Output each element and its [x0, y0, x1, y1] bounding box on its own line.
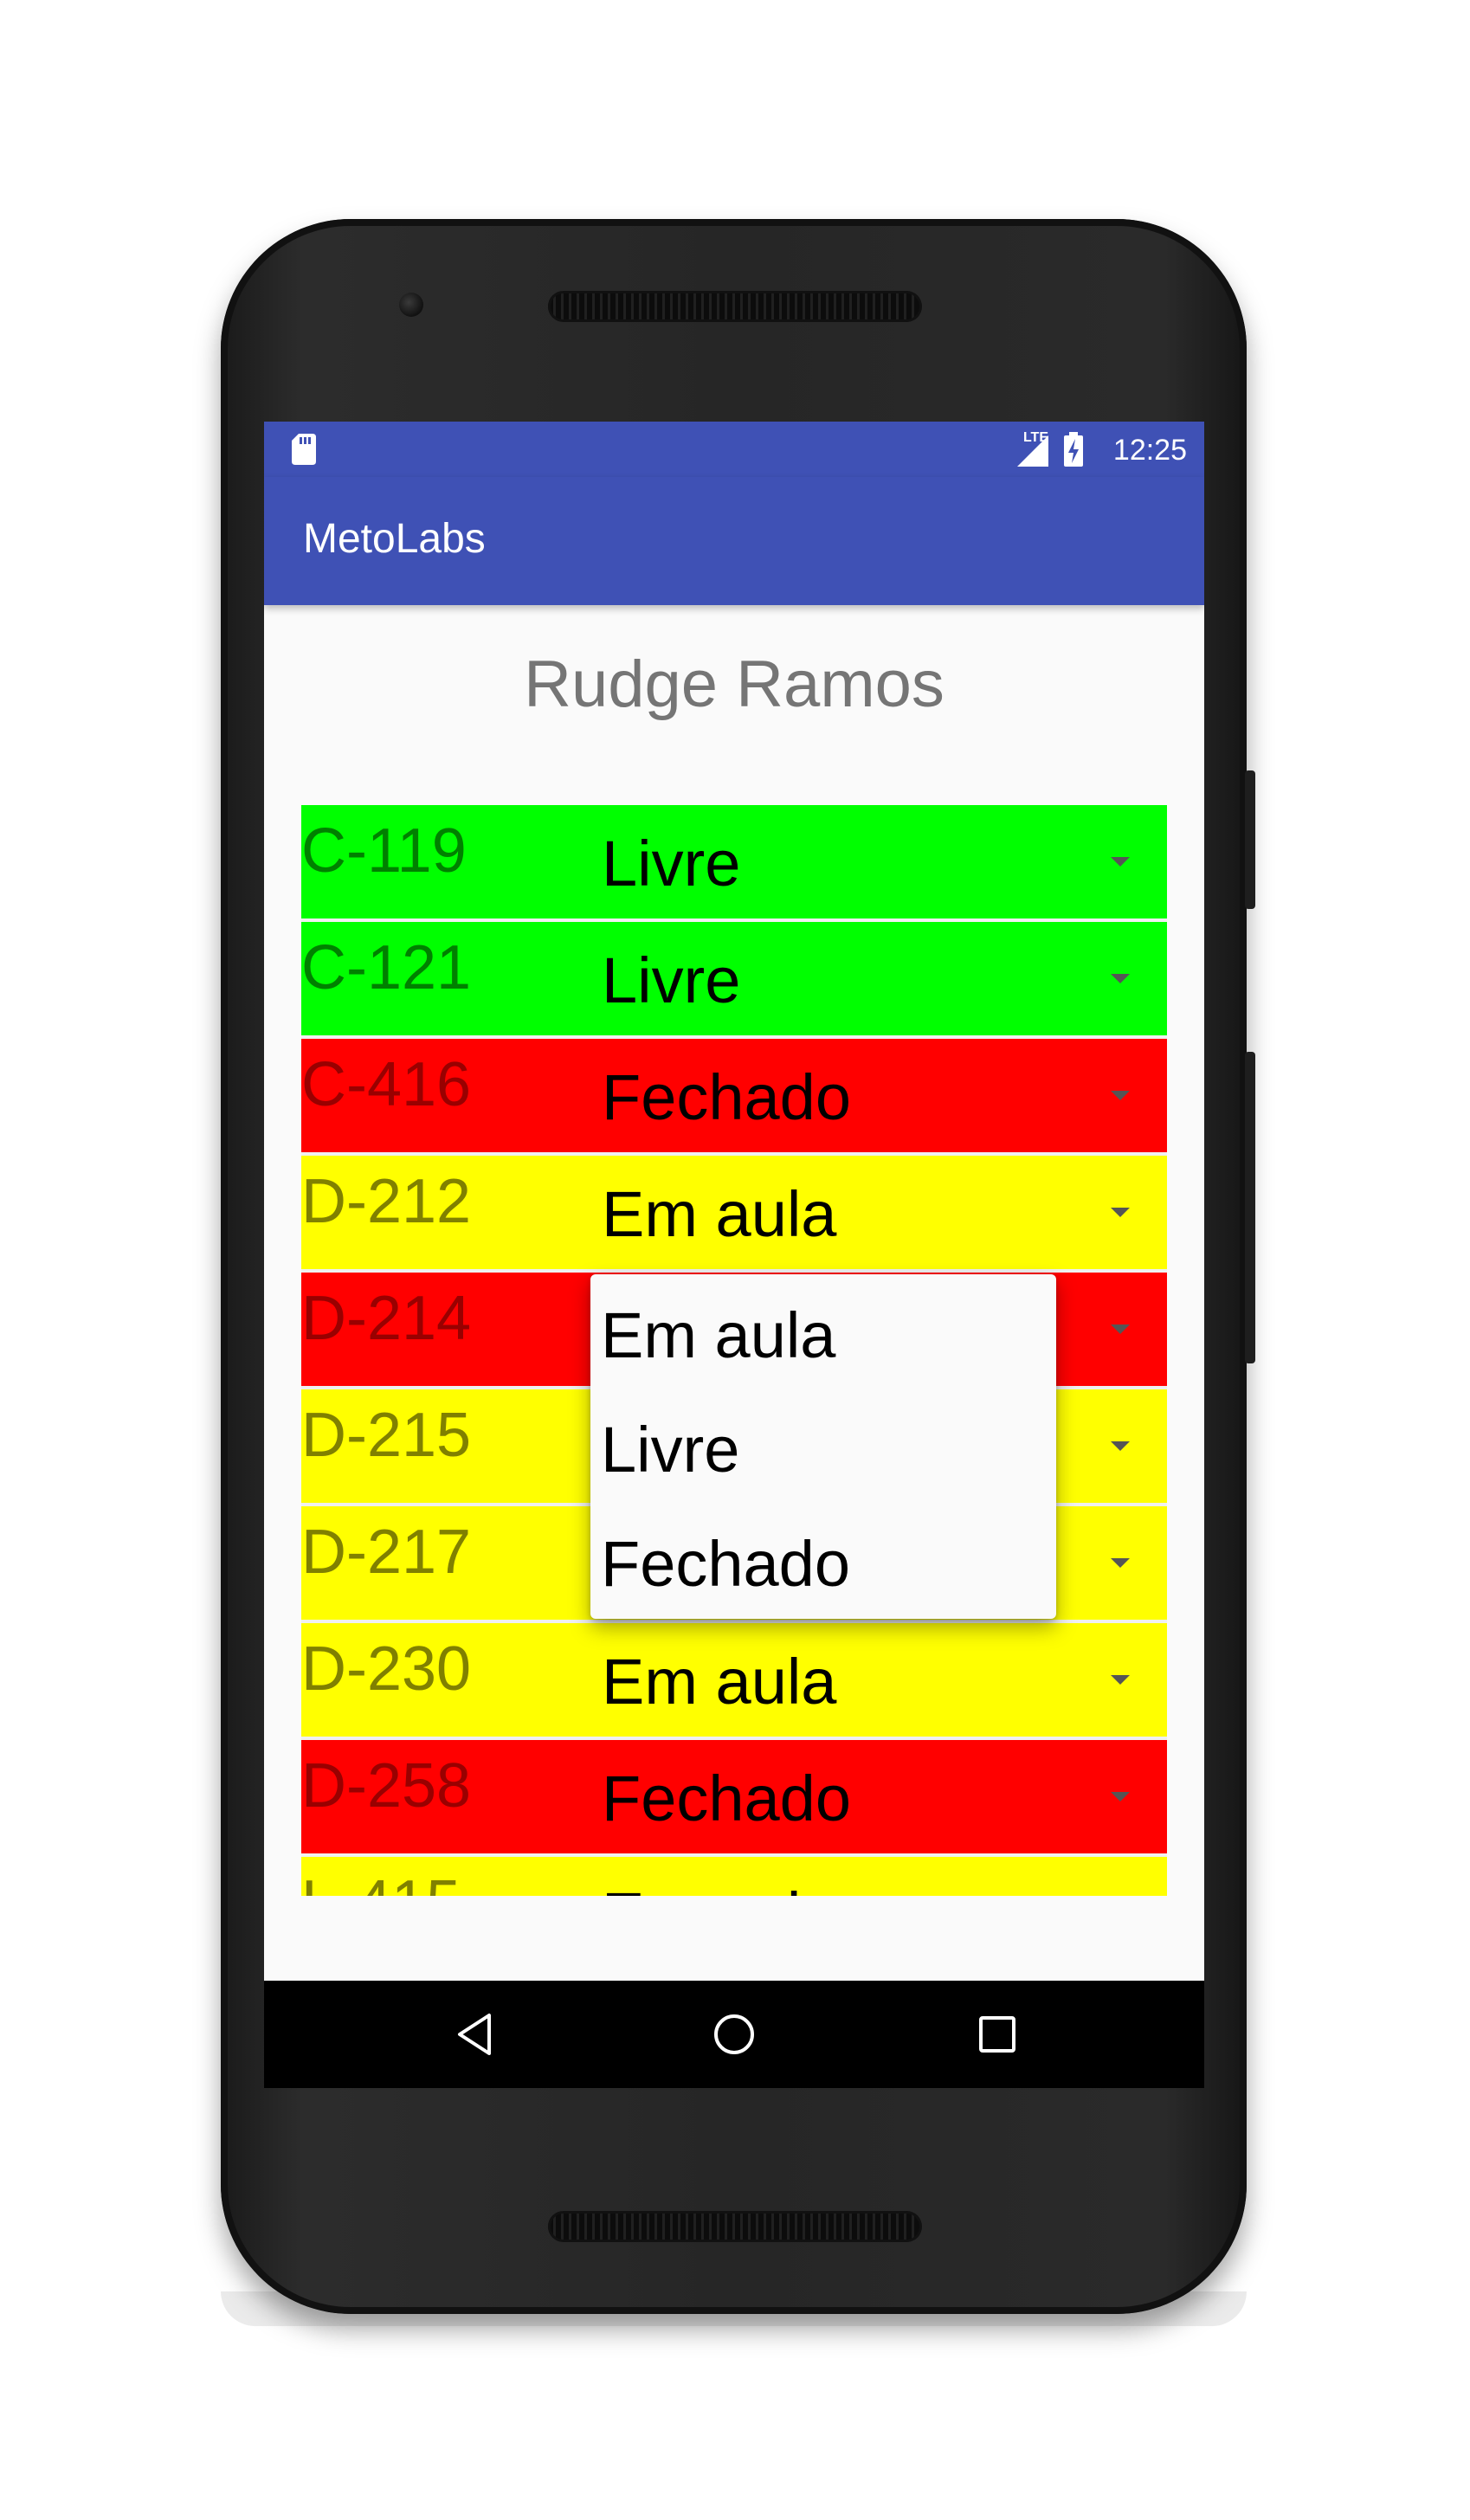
- phone-volume-button: [1245, 1052, 1255, 1363]
- room-row: D-258 Fechado: [301, 1740, 1167, 1853]
- page-title: Rudge Ramos: [524, 648, 945, 721]
- room-status-spinner[interactable]: Livre: [602, 944, 740, 1017]
- signal-icon: [1017, 435, 1048, 467]
- room-code: L-415: [301, 1867, 461, 1896]
- dropdown-caret-icon[interactable]: [1111, 1675, 1130, 1685]
- room-code: D-230: [301, 1634, 472, 1704]
- home-circle-icon[interactable]: [708, 2008, 760, 2060]
- dropdown-caret-icon[interactable]: [1111, 1558, 1130, 1568]
- navigation-bar: [264, 1981, 1204, 2088]
- room-code: D-212: [301, 1167, 472, 1236]
- sd-card-icon: [292, 434, 316, 465]
- status-dropdown-menu: Em aula Livre Fechado: [590, 1274, 1056, 1619]
- front-camera: [399, 293, 423, 317]
- room-status-spinner[interactable]: Em aula: [602, 1645, 836, 1718]
- dropdown-option-fechado[interactable]: Fechado: [601, 1527, 850, 1601]
- room-code: C-119: [301, 816, 467, 886]
- app-title: MetoLabs: [303, 516, 486, 562]
- room-row: C-416 Fechado: [301, 1039, 1167, 1152]
- room-row: D-230 Em aula: [301, 1623, 1167, 1737]
- room-row: C-119 Livre: [301, 805, 1167, 918]
- dropdown-caret-icon[interactable]: [1111, 857, 1130, 867]
- dropdown-option-em-aula[interactable]: Em aula: [601, 1299, 835, 1372]
- dropdown-caret-icon[interactable]: [1111, 974, 1130, 983]
- phone-screen: LTE 12:25 MetoLabs Rudge Ramos C-119 Livr…: [264, 422, 1204, 2088]
- dropdown-caret-icon[interactable]: [1111, 1324, 1130, 1334]
- phone-side-button: [1245, 770, 1255, 909]
- room-status-spinner[interactable]: Fechado: [602, 1060, 851, 1134]
- room-code: D-217: [301, 1518, 472, 1587]
- dropdown-caret-icon[interactable]: [1111, 1208, 1130, 1217]
- recents-square-icon[interactable]: [971, 2008, 1023, 2060]
- dropdown-caret-icon[interactable]: [1111, 1441, 1130, 1451]
- room-code: C-416: [301, 1050, 472, 1119]
- back-triangle-icon[interactable]: [451, 2008, 503, 2060]
- room-row: L-415 Em aula: [301, 1857, 1167, 1896]
- top-speaker: [548, 291, 922, 322]
- status-time: 12:25: [1112, 434, 1187, 467]
- room-status-spinner[interactable]: Em aula: [602, 1177, 836, 1251]
- bottom-speaker: [548, 2211, 922, 2242]
- room-row: C-121 Livre: [301, 922, 1167, 1035]
- room-code: D-214: [301, 1284, 472, 1353]
- room-status-spinner[interactable]: Livre: [602, 827, 740, 900]
- room-row: D-212 Em aula: [301, 1156, 1167, 1269]
- dropdown-option-livre[interactable]: Livre: [601, 1413, 739, 1486]
- room-status-spinner[interactable]: Em aula: [602, 1879, 836, 1896]
- status-bar: LTE 12:25: [264, 422, 1204, 477]
- app-bar: MetoLabs: [264, 477, 1204, 605]
- room-code: D-258: [301, 1751, 472, 1821]
- dropdown-caret-icon[interactable]: [1111, 1091, 1130, 1100]
- room-code: C-121: [301, 933, 472, 1002]
- dropdown-caret-icon[interactable]: [1111, 1792, 1130, 1801]
- battery-charging-icon: [1064, 432, 1083, 467]
- room-code: D-215: [301, 1401, 472, 1470]
- room-status-spinner[interactable]: Fechado: [602, 1762, 851, 1835]
